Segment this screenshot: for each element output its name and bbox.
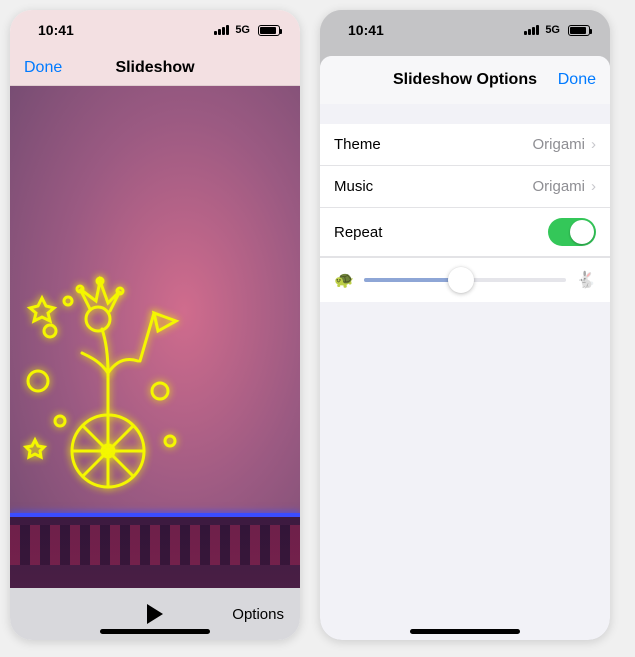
theme-label: Theme — [334, 136, 381, 153]
music-row[interactable]: Music Origami › — [320, 166, 610, 208]
done-button[interactable]: Done — [24, 59, 62, 77]
repeat-label: Repeat — [334, 224, 382, 241]
slider-thumb[interactable] — [448, 267, 474, 293]
status-time: 10:41 — [38, 22, 74, 38]
status-bar: 10:41 5G — [320, 10, 610, 50]
network-label: 5G — [235, 24, 250, 36]
play-button[interactable] — [145, 603, 165, 625]
done-button[interactable]: Done — [558, 71, 596, 89]
repeat-toggle[interactable] — [548, 218, 596, 246]
sheet-title: Slideshow Options — [393, 71, 537, 89]
signal-icon — [524, 25, 539, 35]
phone-options: 10:41 5G Slideshow Options Done Theme Or… — [320, 10, 610, 640]
options-button[interactable]: Options — [232, 606, 284, 623]
nav-bar: Done Slideshow — [10, 50, 300, 86]
chevron-right-icon: › — [591, 178, 596, 195]
theme-row[interactable]: Theme Origami › — [320, 124, 610, 166]
settings-list: Theme Origami › Music Origami › Repeat — [320, 124, 610, 302]
signal-icon — [214, 25, 229, 35]
music-label: Music — [334, 178, 373, 195]
slideshow-media — [10, 86, 300, 588]
status-bar: 10:41 5G — [10, 10, 300, 50]
home-indicator[interactable] — [100, 629, 210, 634]
chevron-right-icon: › — [591, 136, 596, 153]
turtle-icon: 🐢 — [334, 270, 354, 290]
rabbit-icon: 🐇 — [576, 270, 596, 290]
status-right: 5G — [524, 24, 590, 36]
battery-icon — [568, 25, 590, 36]
phone-slideshow: 10:41 5G Done Slideshow — [10, 10, 300, 640]
page-title: Slideshow — [115, 59, 194, 77]
speed-slider[interactable] — [364, 278, 566, 282]
home-indicator[interactable] — [410, 629, 520, 634]
slideshow-image — [20, 261, 200, 521]
stage-floor — [10, 513, 300, 588]
repeat-row: Repeat — [320, 208, 610, 257]
speed-slider-row: 🐢 🐇 — [320, 257, 610, 302]
options-sheet: Slideshow Options Done Theme Origami › M… — [320, 56, 610, 640]
battery-icon — [258, 25, 280, 36]
theme-value: Origami › — [532, 136, 596, 153]
network-label: 5G — [545, 24, 560, 36]
status-time: 10:41 — [348, 22, 384, 38]
sheet-header: Slideshow Options Done — [320, 56, 610, 104]
music-value: Origami › — [532, 178, 596, 195]
status-right: 5G — [214, 24, 280, 36]
